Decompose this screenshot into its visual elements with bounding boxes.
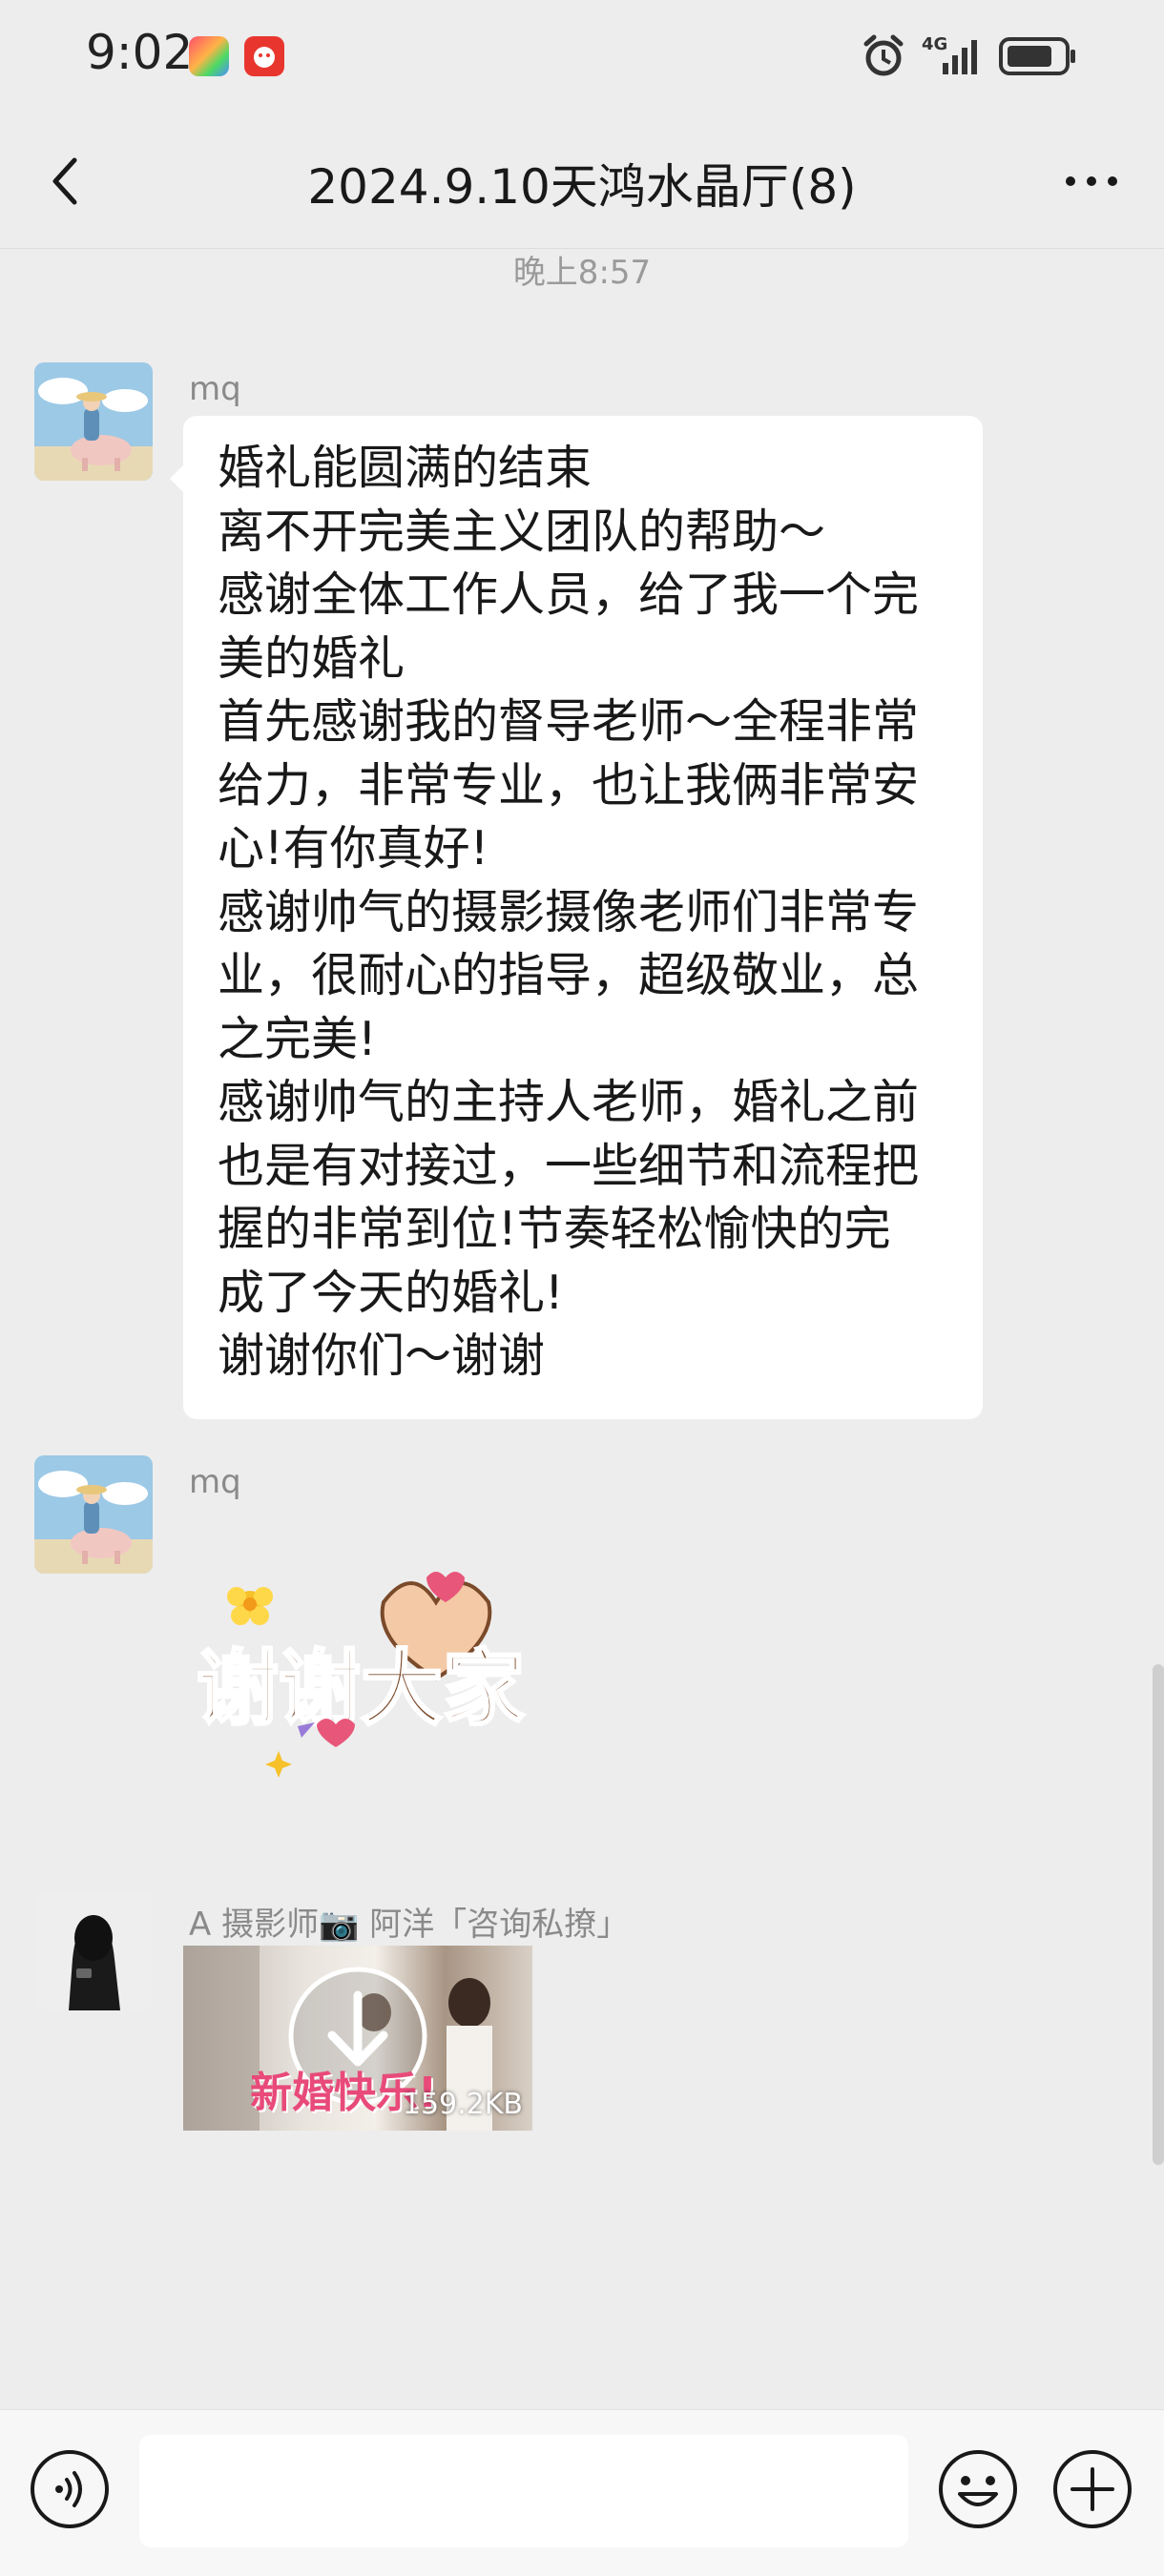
flower-icon [227, 1587, 273, 1625]
scrollbar-thumb[interactable] [1153, 1664, 1164, 2165]
input-bar [0, 2409, 1164, 2576]
avatar[interactable] [34, 362, 153, 481]
status-bar: 9:02 4G [0, 0, 1164, 114]
message-input[interactable] [139, 2435, 908, 2547]
emoji-icon [939, 2450, 1017, 2528]
sender-name: mq [189, 370, 241, 408]
plus-button[interactable] [1051, 2448, 1133, 2530]
message-bubble[interactable]: 婚礼能圆满的结束 离不开完美主义团队的帮助～ 感谢全体工作人员，给了我一个完 美… [170, 416, 983, 1419]
signal-4g-icon: 4G [922, 34, 981, 78]
alarm-icon [863, 34, 904, 76]
chat-title: 2024.9.10天鸿水晶厅(8) [307, 159, 857, 215]
battery-icon [999, 37, 1075, 75]
hooded-figure-avatar-icon [34, 1892, 153, 2010]
media-message[interactable]: 新婚快乐! 159.2KB [183, 1946, 532, 2131]
avatar[interactable] [34, 1892, 153, 2010]
message-text: 婚礼能圆满的结束 离不开完美主义团队的帮助～ 感谢全体工作人员，给了我一个完 美… [218, 441, 920, 1383]
app-notification-icon-2 [244, 36, 284, 76]
sticker-text: 谢谢大家 [197, 1641, 525, 1737]
voice-button[interactable] [29, 2448, 111, 2530]
voice-icon [31, 2450, 109, 2528]
media-file-size: 159.2KB [402, 2088, 523, 2121]
chat-header: 2024.9.10天鸿水晶厅(8) [0, 114, 1164, 249]
more-dots-icon [1066, 176, 1117, 186]
sparkle-icon [265, 1751, 292, 1778]
message-timestamp: 晚上8:57 [512, 254, 652, 292]
app-notification-icon [189, 36, 229, 76]
status-time: 9:02 [86, 25, 194, 80]
girl-riding-pig-avatar-icon [34, 362, 153, 481]
more-button[interactable] [1053, 153, 1130, 210]
emoji-button[interactable] [937, 2448, 1019, 2530]
status-right-icons: 4G [863, 32, 1078, 80]
sender-name: A 摄影师📷 阿洋「咨询私撩」 [189, 1906, 630, 1944]
plus-icon [1053, 2450, 1132, 2528]
sticker-message[interactable]: 谢谢大家 [183, 1564, 546, 1783]
avatar[interactable] [34, 1455, 153, 1574]
girl-riding-pig-avatar-icon [34, 1455, 153, 1574]
sender-name: mq [189, 1463, 241, 1501]
